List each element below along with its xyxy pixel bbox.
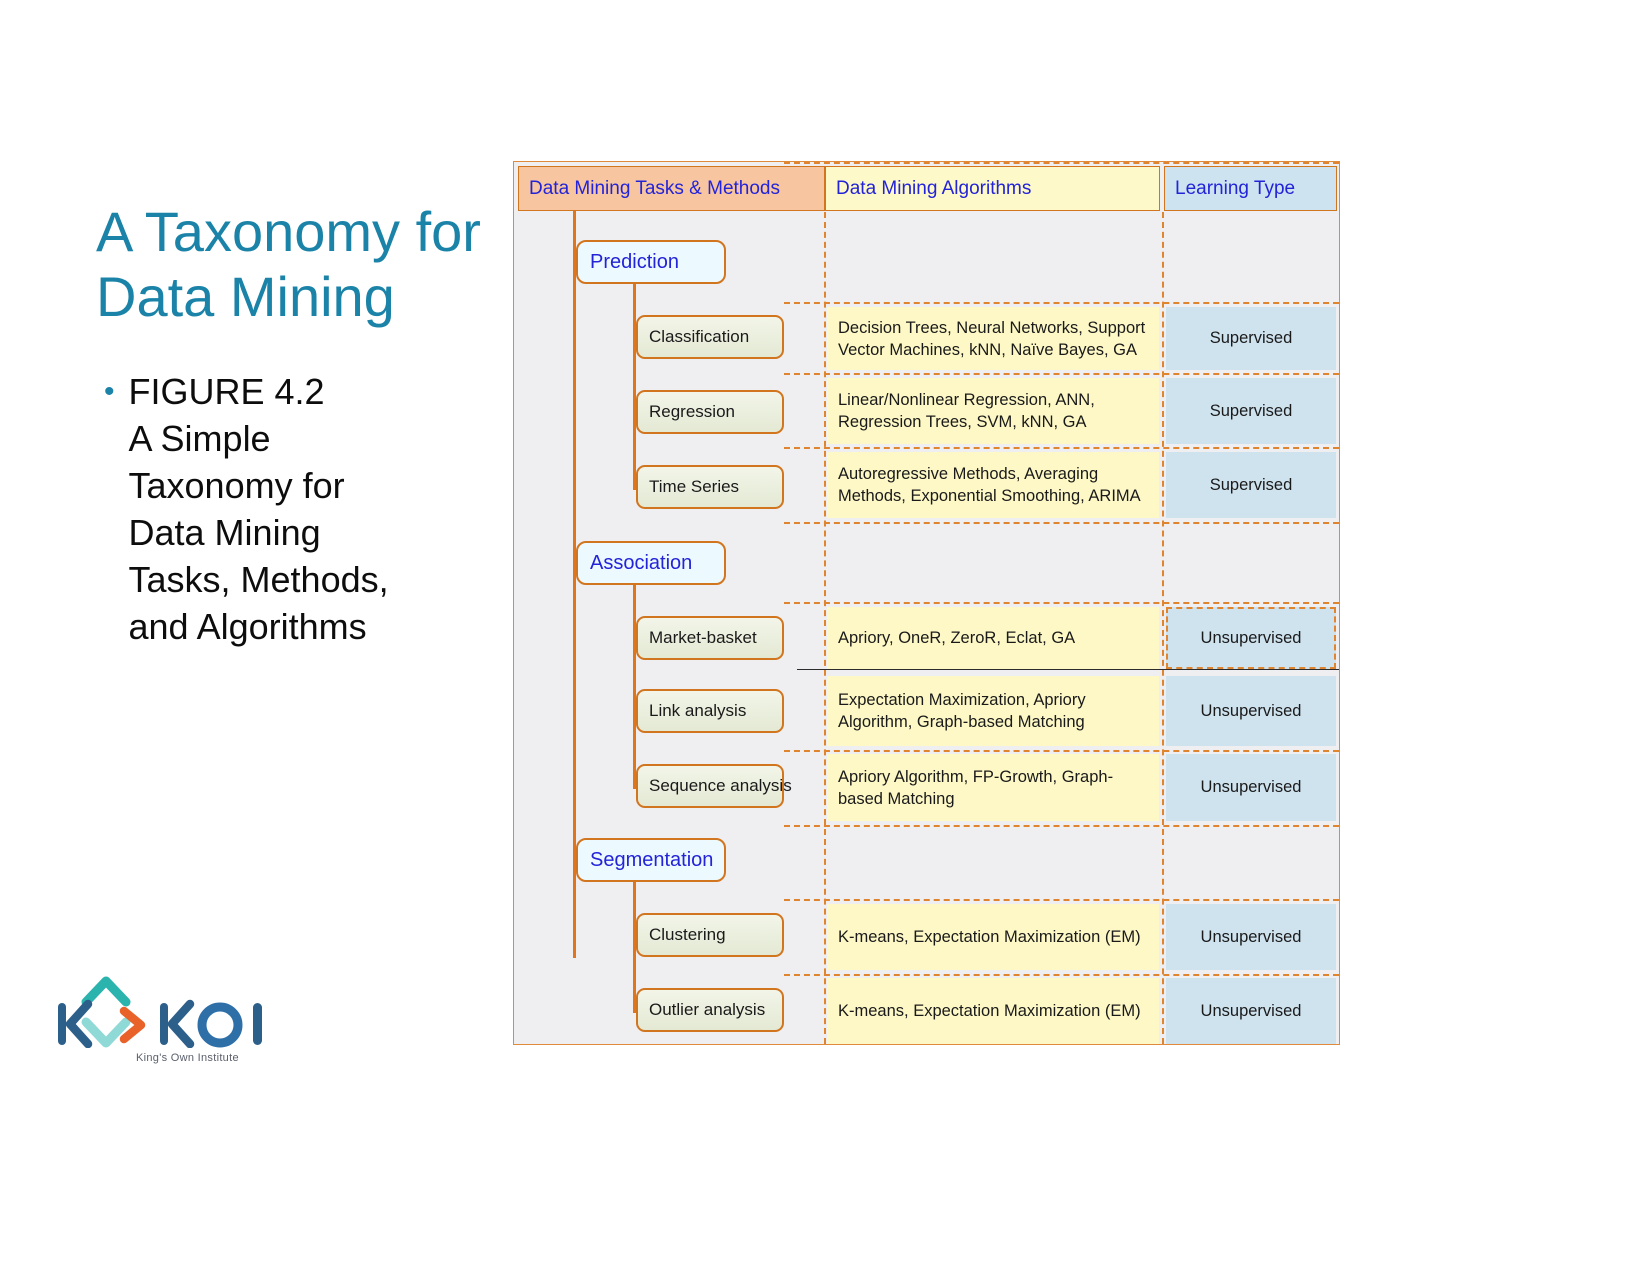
cell-algorithms-time-series: Autoregressive Methods, Averaging Method…: [827, 452, 1159, 518]
cell-learning-type-outlier-analysis: Unsupervised: [1166, 978, 1336, 1044]
page-title: A Taxonomy for Data Mining: [96, 200, 481, 328]
cell-algorithms-clustering: K-means, Expectation Maximization (EM): [827, 904, 1159, 970]
cell-algorithms-market-basket: Apriory, OneR, ZeroR, Eclat, GA: [827, 607, 1159, 669]
node-method-link-analysis[interactable]: Link analysis: [636, 689, 784, 733]
taxonomy-figure: Data Mining Tasks & Methods Data Mining …: [513, 161, 1340, 1045]
node-method-outlier-analysis[interactable]: Outlier analysis: [636, 988, 784, 1032]
cell-learning-type-market-basket: Unsupervised: [1166, 607, 1336, 669]
tree-subtrunk: [633, 284, 636, 488]
row-divider: [784, 373, 1339, 375]
row-divider: [784, 602, 1339, 604]
row-divider: [784, 162, 1339, 164]
row-divider: [784, 750, 1339, 752]
cell-algorithms-outlier-analysis: K-means, Expectation Maximization (EM): [827, 978, 1159, 1044]
koi-logo-mark: [58, 976, 262, 1049]
bullet-list: • FIGURE 4.2 A Simple Taxonomy for Data …: [104, 368, 524, 650]
cell-learning-type-sequence-analysis: Unsupervised: [1166, 754, 1336, 821]
cell-algorithms-link-analysis: Expectation Maximization, Apriory Algori…: [827, 676, 1159, 746]
cell-algorithms-classification: Decision Trees, Neural Networks, Support…: [827, 307, 1159, 370]
column-header-tasks: Data Mining Tasks & Methods: [518, 166, 825, 211]
cell-algorithms-regression: Linear/Nonlinear Regression, ANN, Regres…: [827, 378, 1159, 444]
node-category-prediction[interactable]: Prediction: [576, 240, 726, 284]
cell-learning-type-regression: Supervised: [1166, 378, 1336, 444]
row-divider: [784, 899, 1339, 901]
tree-subtrunk: [633, 585, 636, 788]
node-category-association[interactable]: Association: [576, 541, 726, 585]
koi-logo: [48, 948, 308, 1049]
column-divider-2: [1162, 212, 1164, 1044]
column-header-algorithms: Data Mining Algorithms: [825, 166, 1160, 211]
cell-learning-type-link-analysis: Unsupervised: [1166, 676, 1336, 746]
cell-learning-type-clustering: Unsupervised: [1166, 904, 1336, 970]
row-divider: [784, 522, 1339, 524]
koi-logo-tagline: King's Own Institute: [136, 1052, 239, 1064]
row-divider: [784, 447, 1339, 449]
column-header-learning-type: Learning Type: [1164, 166, 1337, 211]
node-method-regression[interactable]: Regression: [636, 390, 784, 434]
solid-divider: [797, 669, 1339, 670]
row-divider: [784, 974, 1339, 976]
node-method-market-basket[interactable]: Market-basket: [636, 616, 784, 660]
row-divider: [784, 825, 1339, 827]
node-method-sequence-analysis[interactable]: Sequence analysis: [636, 764, 792, 808]
node-category-segmentation[interactable]: Segmentation: [576, 838, 726, 882]
column-divider-1: [824, 212, 826, 1044]
bullet-marker-icon: •: [104, 375, 115, 408]
node-method-clustering[interactable]: Clustering: [636, 913, 784, 957]
row-divider: [784, 302, 1339, 304]
node-method-classification[interactable]: Classification: [636, 315, 784, 359]
cell-learning-type-classification: Supervised: [1166, 307, 1336, 370]
bullet-item-text: FIGURE 4.2 A Simple Taxonomy for Data Mi…: [128, 371, 389, 647]
node-method-time-series[interactable]: Time Series: [636, 465, 784, 509]
cell-algorithms-sequence-analysis: Apriory Algorithm, FP-Growth, Graph- bas…: [827, 754, 1159, 821]
cell-learning-type-time-series: Supervised: [1166, 452, 1336, 518]
